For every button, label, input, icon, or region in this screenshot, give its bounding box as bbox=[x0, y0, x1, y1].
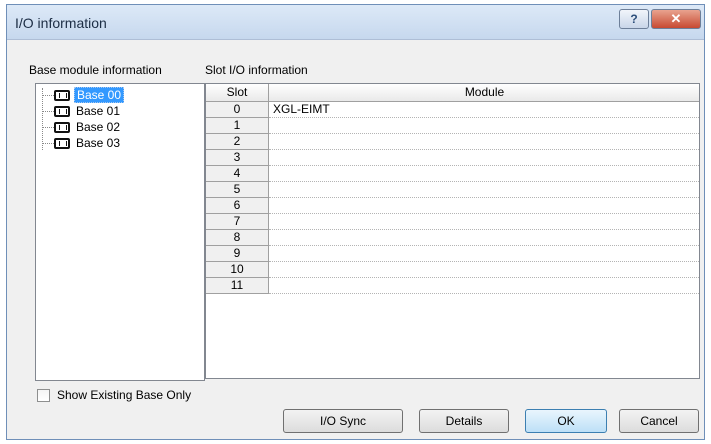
tree-connector bbox=[42, 111, 54, 112]
table-row[interactable]: 11 bbox=[206, 278, 699, 294]
table-row[interactable]: 7 bbox=[206, 214, 699, 230]
base-tree: Base 00 Base 01 Base 02 Base 03 bbox=[35, 83, 205, 381]
slot-cell: 10 bbox=[206, 262, 269, 278]
table-row[interactable]: 1 bbox=[206, 118, 699, 134]
tree-item-label: Base 03 bbox=[76, 136, 121, 150]
help-icon: ? bbox=[630, 12, 638, 26]
column-header-module[interactable]: Module bbox=[269, 84, 699, 102]
details-button[interactable]: Details bbox=[419, 409, 509, 433]
table-row[interactable]: 2 bbox=[206, 134, 699, 150]
module-cell bbox=[269, 134, 699, 150]
tree-connector bbox=[42, 143, 54, 144]
table-row[interactable]: 9 bbox=[206, 246, 699, 262]
show-existing-base-only-label: Show Existing Base Only bbox=[57, 388, 192, 402]
table-row[interactable]: 8 bbox=[206, 230, 699, 246]
tree-item-label: Base 02 bbox=[76, 120, 121, 134]
tree-connector bbox=[42, 88, 43, 150]
base-module-icon bbox=[54, 121, 70, 133]
close-icon: ✕ bbox=[670, 11, 682, 26]
close-button[interactable]: ✕ bbox=[651, 9, 701, 29]
table-row[interactable]: 10 bbox=[206, 262, 699, 278]
column-header-slot[interactable]: Slot bbox=[206, 84, 269, 102]
slot-cell: 4 bbox=[206, 166, 269, 182]
table-row[interactable]: 3 bbox=[206, 150, 699, 166]
dialog-title: I/O information bbox=[15, 15, 107, 31]
module-cell: XGL-EIMT bbox=[269, 102, 699, 118]
module-cell bbox=[269, 262, 699, 278]
slot-cell: 11 bbox=[206, 278, 269, 294]
help-button[interactable]: ? bbox=[619, 9, 649, 29]
tree-connector bbox=[42, 127, 54, 128]
tree-item-base-00[interactable]: Base 00 bbox=[54, 87, 125, 103]
module-cell bbox=[269, 246, 699, 262]
slot-io-grid: Slot Module 0 XGL-EIMT 1 2 3 4 5 6 7 8 9… bbox=[205, 83, 700, 379]
base-module-icon bbox=[54, 105, 70, 117]
module-cell bbox=[269, 182, 699, 198]
tree-item-base-02[interactable]: Base 02 bbox=[54, 119, 122, 135]
io-information-dialog: I/O information ? ✕ Base module informat… bbox=[6, 4, 705, 440]
tree-connector bbox=[42, 95, 54, 96]
slot-cell: 7 bbox=[206, 214, 269, 230]
ok-button[interactable]: OK bbox=[525, 409, 607, 433]
base-module-icon bbox=[54, 137, 70, 149]
slot-io-information-label: Slot I/O information bbox=[205, 63, 308, 77]
io-sync-button[interactable]: I/O Sync bbox=[283, 409, 403, 433]
slot-cell: 6 bbox=[206, 198, 269, 214]
table-row[interactable]: 5 bbox=[206, 182, 699, 198]
base-module-icon bbox=[54, 89, 70, 101]
tree-item-base-03[interactable]: Base 03 bbox=[54, 135, 122, 151]
slot-cell: 3 bbox=[206, 150, 269, 166]
show-existing-base-only-checkbox[interactable] bbox=[37, 389, 50, 402]
module-cell bbox=[269, 278, 699, 294]
slot-cell: 8 bbox=[206, 230, 269, 246]
table-row[interactable]: 4 bbox=[206, 166, 699, 182]
module-cell bbox=[269, 166, 699, 182]
module-cell bbox=[269, 198, 699, 214]
slot-cell: 9 bbox=[206, 246, 269, 262]
cancel-button[interactable]: Cancel bbox=[619, 409, 699, 433]
title-bar: I/O information ? ✕ bbox=[7, 5, 704, 40]
tree-item-base-01[interactable]: Base 01 bbox=[54, 103, 122, 119]
tree-item-label: Base 00 bbox=[74, 87, 125, 103]
module-cell bbox=[269, 230, 699, 246]
slot-cell: 0 bbox=[206, 102, 269, 118]
tree-item-label: Base 01 bbox=[76, 104, 121, 118]
module-cell bbox=[269, 118, 699, 134]
slot-cell: 2 bbox=[206, 134, 269, 150]
module-cell bbox=[269, 150, 699, 166]
table-row[interactable]: 6 bbox=[206, 198, 699, 214]
table-row[interactable]: 0 XGL-EIMT bbox=[206, 102, 699, 118]
base-module-information-label: Base module information bbox=[29, 63, 162, 77]
slot-cell: 5 bbox=[206, 182, 269, 198]
module-cell bbox=[269, 214, 699, 230]
slot-cell: 1 bbox=[206, 118, 269, 134]
